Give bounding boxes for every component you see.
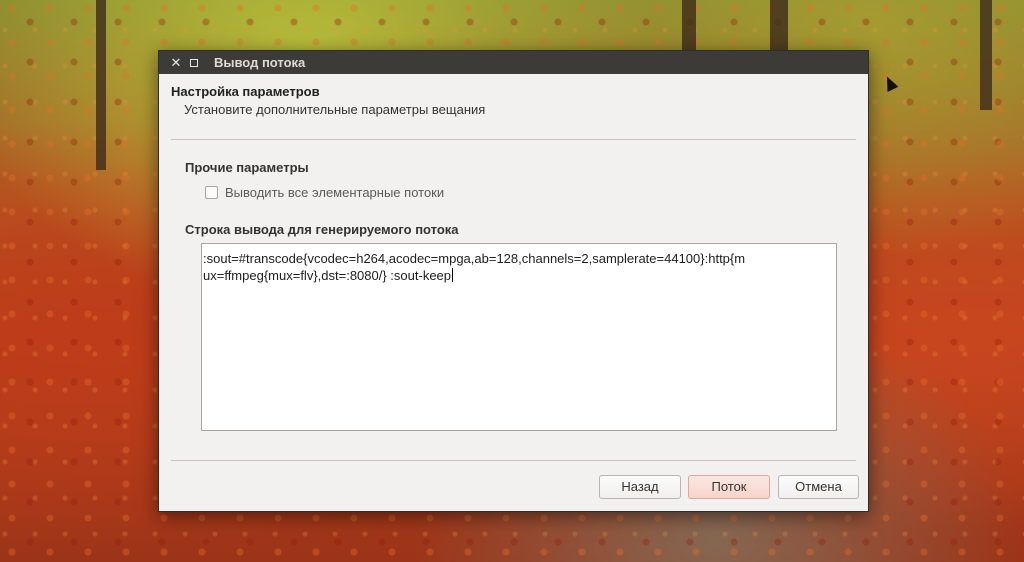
elementary-streams-checkbox[interactable] (205, 186, 218, 199)
other-params-title: Прочие параметры (185, 160, 309, 175)
stream-output-dialog: ✕ Вывод потока Настройка параметров Уста… (158, 50, 869, 512)
elementary-streams-label[interactable]: Выводить все элементарные потоки (225, 185, 444, 200)
wallpaper-tree-trunk (980, 0, 992, 110)
text-caret (452, 268, 454, 282)
titlebar: ✕ Вывод потока (159, 51, 868, 74)
close-icon[interactable]: ✕ (166, 55, 186, 71)
sout-string-line: ux=ffmpeg{mux=flv},dst=:8080/} :sout-kee… (203, 267, 834, 284)
cancel-button[interactable]: Отмена (778, 475, 859, 499)
sout-string-text: ux=ffmpeg{mux=flv},dst=:8080/} :sout-kee… (203, 268, 452, 283)
sout-string-textarea[interactable]: :sout=#transcode{vcodec=h264,acodec=mpga… (201, 243, 837, 431)
output-string-title: Строка вывода для генерируемого потока (185, 222, 459, 237)
window-title: Вывод потока (214, 55, 306, 70)
dialog-header: Настройка параметров Установите дополнит… (159, 74, 868, 117)
header-title: Настройка параметров (171, 84, 320, 99)
header-subtitle: Установите дополнительные параметры веща… (184, 102, 486, 117)
divider (171, 460, 856, 461)
sout-string-line: :sout=#transcode{vcodec=h264,acodec=mpga… (203, 251, 746, 266)
divider (171, 139, 856, 140)
maximize-icon[interactable] (190, 58, 198, 67)
elementary-streams-option[interactable]: Выводить все элементарные потоки (205, 185, 444, 200)
back-button[interactable]: Назад (599, 475, 681, 499)
wallpaper-tree-trunk (96, 0, 106, 170)
stream-button[interactable]: Поток (688, 475, 770, 499)
